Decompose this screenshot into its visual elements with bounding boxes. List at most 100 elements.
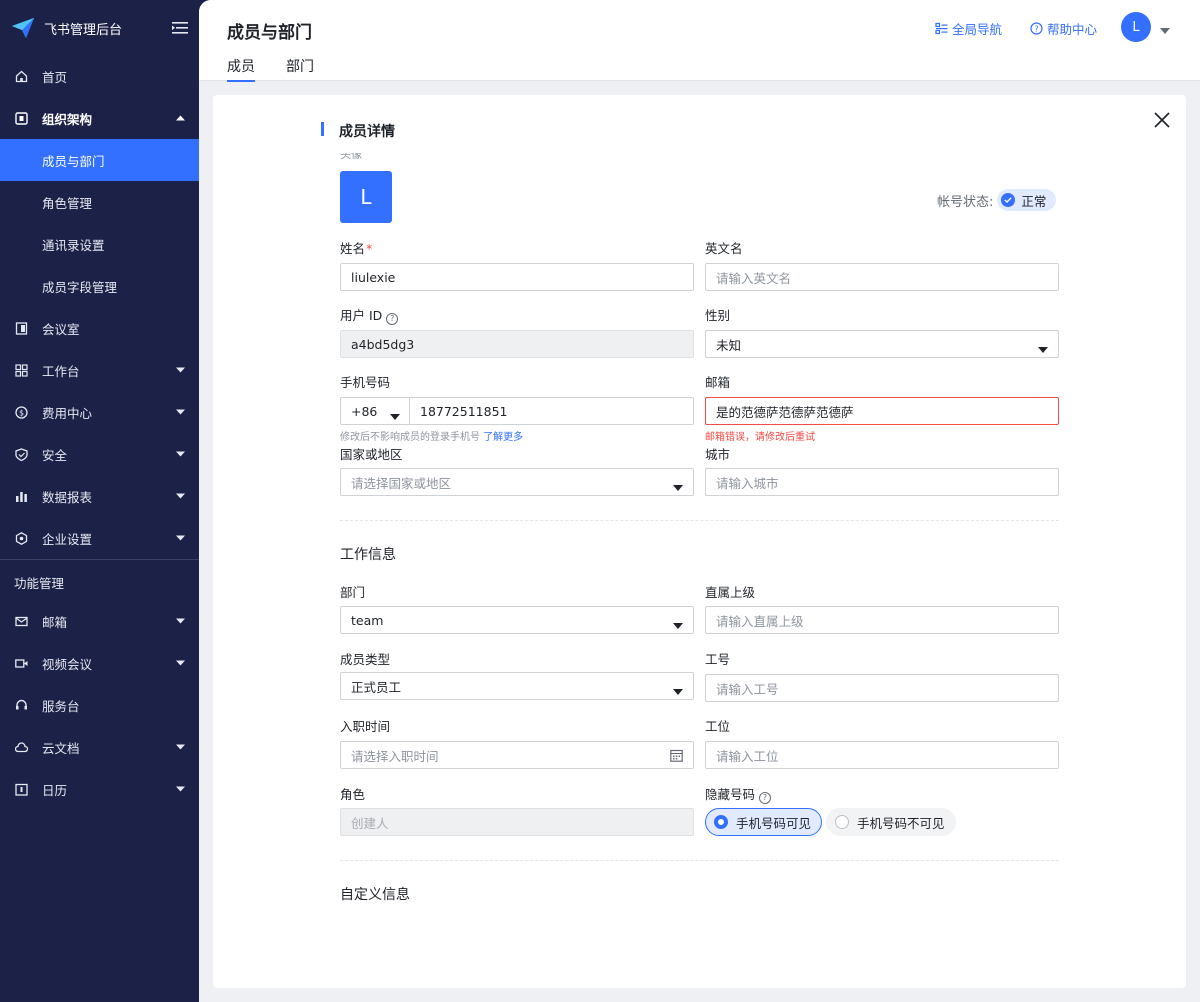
caret-down-icon	[390, 408, 400, 423]
name-label-text: 姓名	[340, 241, 366, 256]
email-error-text: 邮箱错误，请修改后重试	[705, 432, 815, 443]
sidebar-item-label: 安全	[42, 447, 68, 463]
sidebar-item-label: 工作台	[42, 363, 80, 379]
sidebar-item-members-departments[interactable]: 成员与部门	[0, 139, 199, 181]
member-type-label: 成员类型	[340, 652, 391, 667]
chevron-down-icon	[175, 449, 185, 459]
chevron-down-icon	[175, 533, 185, 543]
hide-phone-label-text: 隐藏号码	[705, 787, 756, 802]
sidebar-item-roles[interactable]: 角色管理	[0, 181, 199, 223]
country-select[interactable]: 请选择国家或地区	[340, 468, 694, 496]
chevron-down-icon	[175, 491, 185, 501]
sidebar-item-calendar[interactable]: 日历	[0, 768, 199, 810]
caret-down-icon[interactable]	[1160, 23, 1170, 38]
phone-input[interactable]: 18772511851	[409, 397, 694, 425]
user-id-label: 用户 ID?	[340, 305, 399, 325]
sidebar-item-contacts-settings[interactable]: 通讯录设置	[0, 223, 199, 265]
org-icon	[14, 111, 28, 125]
caret-down-icon	[673, 479, 683, 494]
caret-down-icon	[673, 683, 683, 698]
sidebar-item-meeting-room[interactable]: 会议室	[0, 307, 199, 349]
global-nav-link[interactable]: 全局导航	[934, 19, 1002, 38]
workstation-input[interactable]: 请输入工位	[705, 741, 1059, 769]
sidebar-item-mail[interactable]: 邮箱	[0, 600, 199, 642]
gender-select-value: 未知	[716, 337, 742, 353]
learn-more-link[interactable]: 了解更多	[483, 432, 523, 443]
phone-visible-radio[interactable]: 手机号码可见	[705, 808, 823, 836]
sidebar-item-label: 成员字段管理	[42, 279, 118, 295]
radio-unchecked-icon	[835, 815, 849, 829]
panel-title: 成员详情	[321, 121, 395, 141]
check-circle-icon	[1001, 193, 1016, 207]
member-avatar[interactable]: L	[340, 171, 392, 223]
mail-icon	[14, 614, 28, 628]
sidebar-item-label: 日历	[42, 782, 68, 798]
sidebar-item-label: 通讯录设置	[42, 237, 105, 253]
email-input[interactable]: 是的范德萨范德萨范德萨	[705, 397, 1059, 425]
question-icon[interactable]: ?	[386, 313, 399, 325]
sidebar-item-member-fields[interactable]: 成员字段管理	[0, 265, 199, 307]
settings-icon	[14, 531, 28, 545]
question-icon[interactable]: ?	[759, 792, 772, 804]
phone-hidden-radio[interactable]: 手机号码不可见	[826, 808, 956, 836]
help-center-link[interactable]: ? 帮助中心	[1029, 19, 1097, 38]
required-mark: *	[366, 241, 373, 256]
join-date-picker[interactable]: 请选择入职时间	[340, 741, 694, 769]
sidebar-item-data-reports[interactable]: 数据报表	[0, 475, 199, 517]
section-divider	[340, 520, 1059, 521]
sidebar-item-org[interactable]: 组织架构	[0, 97, 199, 139]
name-input[interactable]: liulexie	[340, 263, 694, 291]
city-label: 城市	[705, 447, 731, 462]
sidebar-item-service-desk[interactable]: 服务台	[0, 684, 199, 726]
video-icon	[14, 656, 28, 670]
sidebar-item-label: 角色管理	[42, 195, 93, 211]
sidebar-item-label: 会议室	[42, 321, 80, 337]
city-input[interactable]: 请输入城市	[705, 468, 1059, 496]
close-icon[interactable]	[1153, 111, 1171, 129]
user-avatar[interactable]: L	[1121, 12, 1151, 42]
member-type-select[interactable]: 正式员工	[340, 672, 694, 700]
sidebar-item-workbench[interactable]: 工作台	[0, 349, 199, 391]
employee-no-input[interactable]: 请输入工号	[705, 674, 1059, 702]
sidebar-item-label: 邮箱	[42, 614, 68, 630]
sidebar-item-label: 视频会议	[42, 656, 93, 672]
join-date-placeholder: 请选择入职时间	[351, 748, 439, 764]
work-info-title: 工作信息	[340, 547, 396, 563]
chevron-down-icon	[175, 407, 185, 417]
workbench-icon	[14, 363, 28, 377]
gender-select[interactable]: 未知	[705, 330, 1059, 358]
manager-label: 直属上级	[705, 585, 756, 600]
english-name-label: 英文名	[705, 241, 743, 256]
sidebar-item-security[interactable]: 安全	[0, 433, 199, 475]
role-input: 创建人	[340, 808, 694, 836]
sidebar-item-cloud-docs[interactable]: 云文档	[0, 726, 199, 768]
custom-info-title: 自定义信息	[340, 887, 410, 903]
menu-collapse-icon[interactable]	[171, 19, 189, 37]
role-label: 角色	[340, 787, 366, 802]
department-select[interactable]: team	[340, 606, 694, 634]
sidebar-item-enterprise-settings[interactable]: 企业设置	[0, 517, 199, 559]
country-code-select[interactable]: +86	[340, 397, 410, 425]
sidebar-section-label: 功能管理	[14, 575, 65, 591]
english-name-input[interactable]: 请输入英文名	[705, 263, 1059, 291]
tab-departments[interactable]: 部门	[286, 56, 314, 80]
phone-hint-text: 修改后不影响成员的登录手机号	[340, 432, 480, 443]
status-badge-text: 正常	[1021, 193, 1047, 209]
sidebar-item-video-meeting[interactable]: 视频会议	[0, 642, 199, 684]
section-divider	[340, 860, 1059, 861]
app-title: 飞书管理后台	[44, 22, 123, 38]
tab-members[interactable]: 成员	[227, 56, 255, 82]
calendar-icon	[670, 749, 683, 765]
chart-icon	[14, 489, 28, 503]
country-select-placeholder: 请选择国家或地区	[351, 475, 452, 491]
manager-input[interactable]: 请输入直属上级	[705, 606, 1059, 634]
department-label: 部门	[340, 585, 366, 600]
sidebar-item-home[interactable]: 首页	[0, 55, 199, 97]
member-detail-panel: 成员详情 头像 L 帐号状态: 正常 姓名* liulexie 英文名 请输入英…	[213, 95, 1186, 988]
sidebar-item-label: 费用中心	[42, 405, 93, 421]
sidebar-item-label: 服务台	[42, 698, 80, 714]
sidebar-item-label: 数据报表	[42, 489, 93, 505]
country-label: 国家或地区	[340, 447, 403, 462]
workstation-label: 工位	[705, 719, 731, 734]
sidebar-item-billing[interactable]: $ 费用中心	[0, 391, 199, 433]
